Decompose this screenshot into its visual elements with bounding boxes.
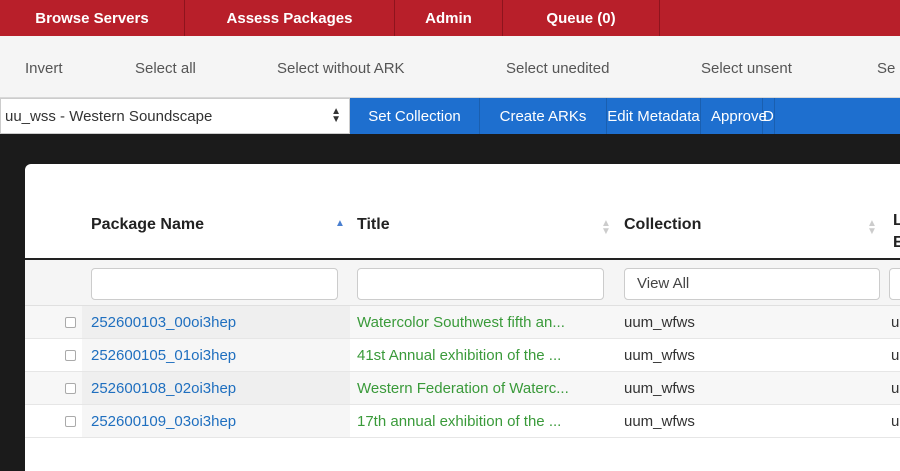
row-checkbox[interactable] — [65, 317, 76, 328]
last-cell: u — [891, 314, 900, 331]
last-cell: u — [891, 347, 900, 364]
sort-both-icon[interactable]: ▲ ▼ — [601, 219, 611, 237]
table-row[interactable]: 252600103_00oi3hep Watercolor Southwest … — [25, 306, 900, 339]
collection-filter[interactable]: View All — [624, 268, 880, 300]
header-last-line2: E — [893, 234, 900, 251]
filter-row: View All — [25, 260, 900, 306]
table-header: Package Name ▲ Title ▲ ▼ Collection ▲ ▼ L … — [25, 194, 900, 260]
title-link[interactable]: Western Federation of Waterc... — [357, 380, 569, 397]
title-link[interactable]: 41st Annual exhibition of the ... — [357, 347, 561, 364]
edit-metadata-button[interactable]: Edit Metadata — [607, 98, 701, 134]
row-checkbox[interactable] — [65, 383, 76, 394]
set-collection-button[interactable]: Set Collection — [350, 98, 480, 134]
header-last-line1: L — [893, 212, 900, 229]
table-row[interactable]: 252600108_02oi3hep Western Federation of… — [25, 372, 900, 405]
action-toolbar: uu_wss - Western Soundscape ▲ ▼ Set Colle… — [0, 98, 900, 134]
package-name-filter[interactable] — [91, 268, 338, 300]
last-cell: u — [891, 413, 900, 430]
select-unsent-button[interactable]: Select unsent — [701, 60, 792, 77]
selection-toolbar: Invert Select all Select without ARK Sel… — [0, 36, 900, 98]
table-row[interactable]: 252600105_01oi3hep 41st Annual exhibitio… — [25, 339, 900, 372]
packages-panel: Package Name ▲ Title ▲ ▼ Collection ▲ ▼ L … — [25, 164, 900, 471]
nav-admin[interactable]: Admin — [395, 0, 503, 36]
nav-browse-servers[interactable]: Browse Servers — [0, 0, 185, 36]
collection-cell: uum_wfws — [624, 347, 695, 364]
package-link[interactable]: 252600105_01oi3hep — [91, 347, 236, 364]
header-last[interactable]: L E — [893, 210, 900, 254]
row-checkbox[interactable] — [65, 416, 76, 427]
nav-queue[interactable]: Queue (0) — [503, 0, 660, 36]
header-title[interactable]: Title — [357, 216, 390, 234]
collection-select[interactable]: uu_wss - Western Soundscape ▲ ▼ — [0, 98, 350, 134]
collection-select-value: uu_wss - Western Soundscape — [5, 107, 213, 125]
collection-cell: uum_wfws — [624, 314, 695, 331]
header-collection[interactable]: Collection — [624, 216, 701, 234]
package-link[interactable]: 252600108_02oi3hep — [91, 380, 236, 397]
package-link[interactable]: 252600109_03oi3hep — [91, 413, 236, 430]
background-gap — [0, 134, 900, 164]
create-arks-button[interactable]: Create ARKs — [480, 98, 607, 134]
table-row[interactable]: 252600109_03oi3hep 17th annual exhibitio… — [25, 405, 900, 438]
collection-cell: uum_wfws — [624, 380, 695, 397]
select-without-ark-button[interactable]: Select without ARK — [277, 60, 405, 77]
top-nav: Browse Servers Assess Packages Admin Que… — [0, 0, 900, 36]
nav-assess-packages[interactable]: Assess Packages — [185, 0, 395, 36]
approve-button[interactable]: Approve — [701, 98, 767, 134]
last-column-filter[interactable] — [889, 268, 900, 300]
sort-both-icon[interactable]: ▲ ▼ — [867, 219, 877, 237]
last-cell: u — [891, 380, 900, 397]
select-all-button[interactable]: Select all — [135, 60, 196, 77]
header-package-name[interactable]: Package Name — [91, 216, 204, 234]
title-filter[interactable] — [357, 268, 604, 300]
sort-ascending-icon[interactable]: ▲ — [335, 219, 345, 229]
select-more-button[interactable]: Se — [877, 60, 895, 77]
row-checkbox[interactable] — [65, 350, 76, 361]
invert-button[interactable]: Invert — [25, 60, 63, 77]
package-link[interactable]: 252600103_00oi3hep — [91, 314, 236, 331]
title-link[interactable]: 17th annual exhibition of the ... — [357, 413, 561, 430]
collection-cell: uum_wfws — [624, 413, 695, 430]
more-action-button[interactable]: D — [763, 98, 775, 134]
select-arrows-icon: ▲ ▼ — [331, 106, 341, 125]
title-link[interactable]: Watercolor Southwest fifth an... — [357, 314, 565, 331]
select-unedited-button[interactable]: Select unedited — [506, 60, 609, 77]
